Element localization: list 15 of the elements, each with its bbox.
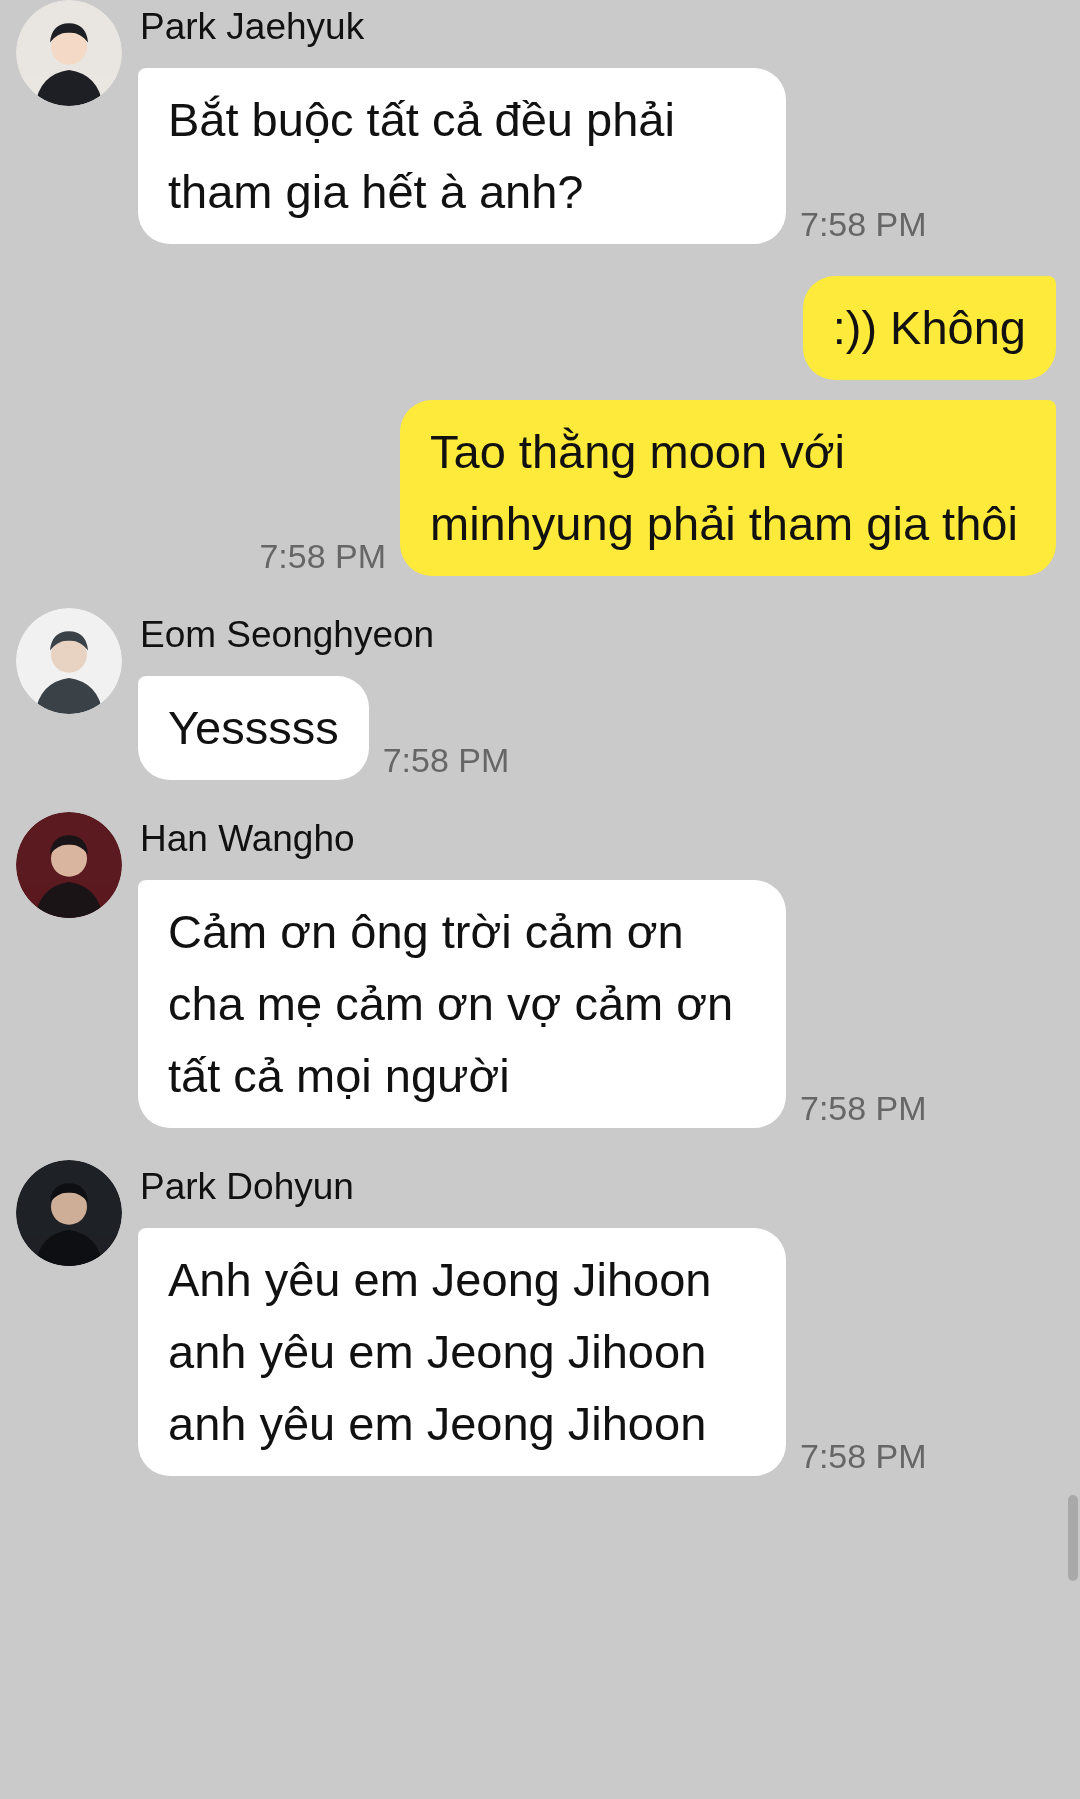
sender-name: Han Wangho <box>140 817 356 860</box>
message-time: 7:58 PM <box>382 740 510 780</box>
sender-name: Eom Seonghyeon <box>140 613 436 656</box>
message-bubble: Cảm ơn ông trời cảm ơn cha mẹ cảm ơn vợ cảm ơn tất cả mọi người <box>138 880 786 1128</box>
sender-name: Park Dohyun <box>140 1165 355 1208</box>
message-time: 7:58 PM <box>800 1436 927 1476</box>
message-time: 7:58 PM <box>800 204 927 244</box>
message-bubble: Anh yêu em Jeong Jihoon anh yêu em Jeong Jihoon anh yêu em Jeong Jihoon <box>138 1228 786 1476</box>
message-time: 7:58 PM <box>800 1088 927 1128</box>
message-bubble: Tao thằng moon với minhyung phải tham gia thôi <box>400 400 1056 576</box>
message-time: 7:58 PM <box>259 536 386 576</box>
message-bubble: Yesssss <box>138 676 369 780</box>
message-bubble: Bắt buộc tất cả đều phải tham gia hết à anh? <box>138 68 786 244</box>
message-bubble: :)) Không <box>802 276 1056 380</box>
sender-name: Park Jaehyuk <box>140 5 366 48</box>
